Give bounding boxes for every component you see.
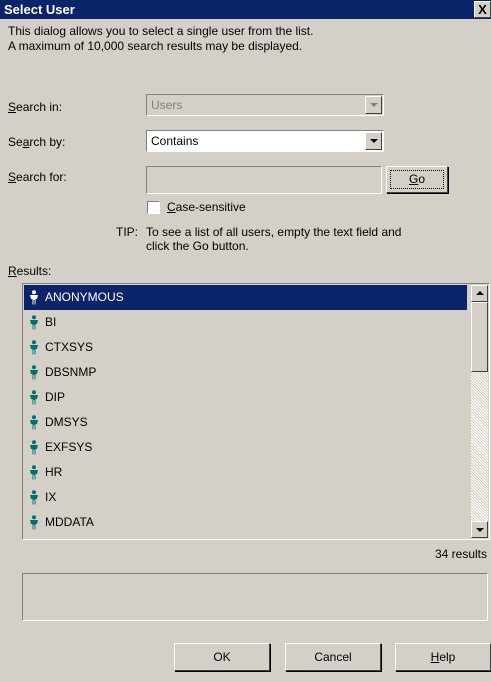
help-label-text: elp bbox=[439, 650, 456, 664]
search-by-select[interactable]: Contains bbox=[146, 130, 384, 152]
search-in-value: Users bbox=[151, 98, 183, 112]
help-button[interactable]: Help bbox=[395, 643, 491, 671]
search-for-input[interactable] bbox=[146, 166, 382, 194]
list-item[interactable]: ANONYMOUS bbox=[24, 285, 467, 310]
scroll-down-button[interactable] bbox=[471, 521, 488, 538]
case-sensitive-checkbox[interactable] bbox=[147, 201, 160, 214]
description-line-1: This dialog allows you to select a singl… bbox=[8, 24, 314, 38]
search-in-label-text: earch in: bbox=[16, 100, 63, 114]
tip-text: To see a list of all users, empty the te… bbox=[146, 225, 401, 253]
select-user-dialog: Select User X This dialog allows you to … bbox=[0, 0, 491, 682]
list-item[interactable]: HR bbox=[24, 460, 467, 485]
results-list[interactable]: ANONYMOUS BI CTXSYS DBSNMP DIP DMSYS EXFSYS HR I… bbox=[22, 283, 490, 540]
search-for-label-text: earch for: bbox=[16, 170, 67, 184]
search-for-label-mnemonic: S bbox=[8, 170, 17, 184]
user-icon bbox=[30, 365, 38, 380]
chevron-down-icon bbox=[370, 139, 378, 143]
cancel-label: Cancel bbox=[314, 650, 352, 664]
results-label: Results: bbox=[8, 264, 51, 278]
case-sensitive-label[interactable]: Case-sensitive bbox=[167, 200, 246, 214]
search-by-label-pre: Se bbox=[8, 135, 23, 149]
search-by-value: Contains bbox=[151, 134, 199, 148]
search-by-dropdown-button[interactable] bbox=[365, 132, 382, 150]
list-item[interactable]: DBSNMP bbox=[24, 360, 467, 385]
status-box bbox=[22, 573, 488, 621]
go-button[interactable]: Go bbox=[386, 166, 448, 193]
description-line-2: A maximum of 10,000 search results may b… bbox=[8, 39, 303, 53]
tip-line-2: click the Go button. bbox=[146, 239, 249, 253]
list-item-name: DMSYS bbox=[45, 415, 88, 429]
focus-rectangle bbox=[390, 170, 444, 189]
user-icon bbox=[30, 290, 38, 305]
search-in-dropdown-button bbox=[365, 96, 382, 114]
tip-line-1: To see a list of all users, empty the te… bbox=[146, 225, 402, 239]
results-label-mnemonic: R bbox=[8, 264, 17, 278]
search-by-label-text: rch by: bbox=[29, 135, 66, 149]
list-item-name: ANONYMOUS bbox=[45, 290, 124, 304]
case-sensitive-text: ase-sensitive bbox=[175, 200, 246, 214]
ok-label: OK bbox=[213, 650, 231, 664]
list-item[interactable]: CTXSYS bbox=[24, 335, 467, 360]
user-icon bbox=[30, 490, 38, 505]
list-item-name: IX bbox=[45, 490, 57, 504]
cancel-button[interactable]: Cancel bbox=[285, 643, 381, 671]
results-count: 34 results bbox=[434, 547, 487, 561]
list-item-name: DBSNMP bbox=[45, 365, 97, 379]
results-rows: ANONYMOUS BI CTXSYS DBSNMP DIP DMSYS EXFSYS HR I… bbox=[24, 285, 467, 535]
list-item[interactable]: IX bbox=[24, 485, 467, 510]
list-item-name: EXFSYS bbox=[45, 440, 93, 454]
chevron-up-icon bbox=[476, 291, 484, 295]
search-by-label: Search by: bbox=[8, 135, 65, 149]
user-icon bbox=[30, 440, 38, 455]
chevron-down-icon bbox=[476, 528, 484, 532]
results-label-text: esults: bbox=[16, 264, 52, 278]
list-item[interactable]: BI bbox=[24, 310, 467, 335]
close-button[interactable]: X bbox=[474, 1, 491, 18]
dialog-description: This dialog allows you to select a singl… bbox=[8, 24, 313, 54]
list-item-name: MDDATA bbox=[45, 515, 94, 529]
dialog-title: Select User bbox=[4, 2, 75, 17]
user-icon bbox=[30, 415, 38, 430]
tip-label: TIP: bbox=[116, 225, 139, 239]
ok-button[interactable]: OK bbox=[174, 643, 270, 671]
list-item[interactable]: MDDATA bbox=[24, 510, 467, 535]
list-item-name: CTXSYS bbox=[45, 340, 94, 354]
search-in-select: Users bbox=[146, 94, 384, 116]
user-icon bbox=[30, 515, 38, 530]
scroll-up-button[interactable] bbox=[471, 285, 488, 302]
user-icon bbox=[30, 340, 38, 355]
list-item-name: DIP bbox=[45, 390, 66, 404]
close-icon: X bbox=[478, 2, 487, 17]
user-icon bbox=[30, 315, 38, 330]
list-item-name: HR bbox=[45, 465, 63, 479]
search-for-label: Search for: bbox=[8, 170, 67, 184]
search-in-label-mnemonic: S bbox=[8, 100, 17, 114]
list-item[interactable]: DIP bbox=[24, 385, 467, 410]
scroll-thumb[interactable] bbox=[471, 302, 488, 372]
user-icon bbox=[30, 390, 38, 405]
user-icon bbox=[30, 465, 38, 480]
chevron-down-icon bbox=[370, 103, 378, 107]
list-item-name: BI bbox=[45, 315, 57, 329]
search-in-label: Search in: bbox=[8, 100, 62, 114]
list-item[interactable]: EXFSYS bbox=[24, 435, 467, 460]
list-item[interactable]: DMSYS bbox=[24, 410, 467, 435]
results-scrollbar[interactable] bbox=[471, 285, 488, 538]
title-bar[interactable]: Select User X bbox=[0, 0, 491, 19]
case-sensitive-mnemonic: C bbox=[167, 200, 176, 214]
